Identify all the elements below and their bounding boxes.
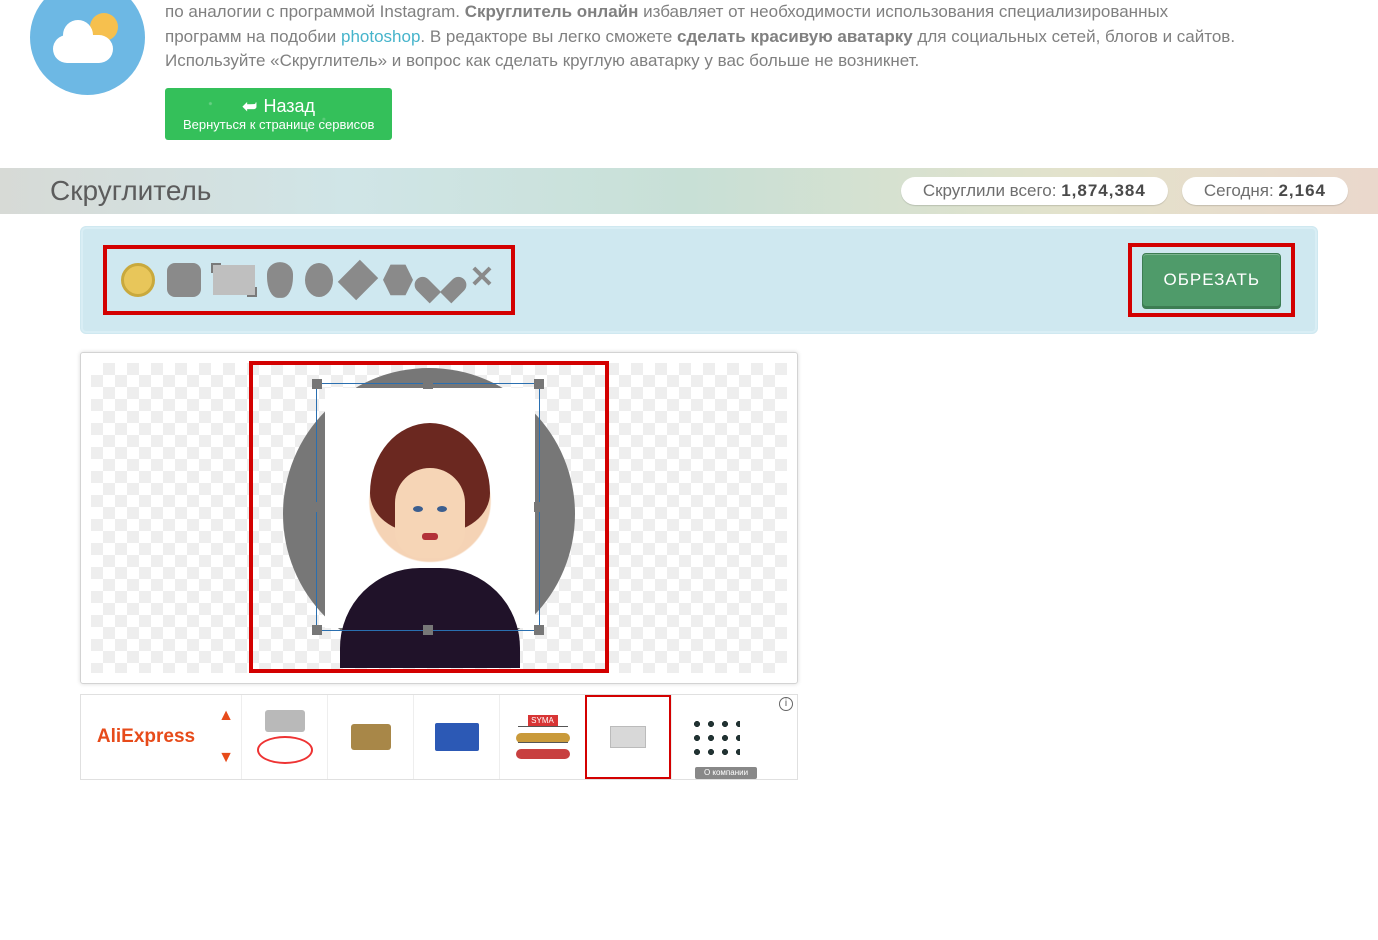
intro-pre: по аналогии с программой Instagram. [165,2,465,21]
back-button[interactable]: ➦ Назад Вернуться к странице сервисов [165,88,392,140]
ad-item-2[interactable] [327,695,413,779]
stat-today-value: 2,164 [1278,181,1326,200]
back-arrow-icon: ➦ [242,96,257,117]
ad-item-5[interactable] [585,695,671,779]
title-bar: Скруглитель Скруглили всего: 1,874,384 С… [0,168,1378,214]
crop-button[interactable]: ОБРЕЗАТЬ [1142,253,1281,307]
stat-today-label: Сегодня: [1204,181,1279,200]
intro-pre2: . В редакторе вы легко сможете [420,27,677,46]
ad-brand-logo[interactable]: AliExpress [81,695,211,779]
ad-item-4[interactable]: SYMA [499,695,585,779]
site-logo [30,0,145,95]
stat-total: Скруглили всего: 1,874,384 [901,177,1168,205]
shape-heart[interactable] [425,266,455,294]
stat-total-label: Скруглили всего: [923,181,1061,200]
shape-cross-icon[interactable]: ✕ [467,263,497,297]
shape-rounded-square[interactable] [167,263,201,297]
ad-item-6[interactable]: О компании [671,695,757,779]
shape-hexagon[interactable] [383,263,413,297]
shape-selector-highlight: ✕ [103,245,515,315]
ad-up-arrow-icon[interactable]: ▲ [218,707,234,725]
shape-circle[interactable] [121,263,155,297]
ad-company-badge[interactable]: О компании [695,767,757,779]
back-button-subtitle: Вернуться к странице сервисов [183,117,374,132]
shape-oval[interactable] [305,263,333,297]
crop-button-highlight: ОБРЕЗАТЬ [1128,243,1295,317]
back-button-title: Назад [263,96,315,116]
editor-canvas[interactable] [91,363,787,673]
ad-item-3[interactable] [413,695,499,779]
editor-canvas-frame [80,352,798,684]
shape-diamond[interactable] [338,260,378,300]
intro-text: по аналогии с программой Instagram. Скру… [165,0,1245,74]
shape-drop[interactable] [267,262,293,298]
stat-today: Сегодня: 2,164 [1182,177,1348,205]
stat-total-value: 1,874,384 [1061,181,1146,200]
shape-rectangle[interactable] [213,265,255,295]
page-title: Скруглитель [50,175,211,207]
ad-down-arrow-icon[interactable]: ▼ [218,749,234,767]
ad-banner[interactable]: AliExpress ▲ ▼ SYMA [80,694,798,780]
photoshop-link[interactable]: photoshop [341,27,420,46]
intro-bold2: сделать красивую аватарку [677,27,913,46]
ad-info-icon[interactable]: i [779,697,793,711]
intro-bold1: Скруглитель онлайн [465,2,639,21]
ad-item-1[interactable] [241,695,327,779]
toolbar: ✕ ОБРЕЗАТЬ [80,226,1318,334]
